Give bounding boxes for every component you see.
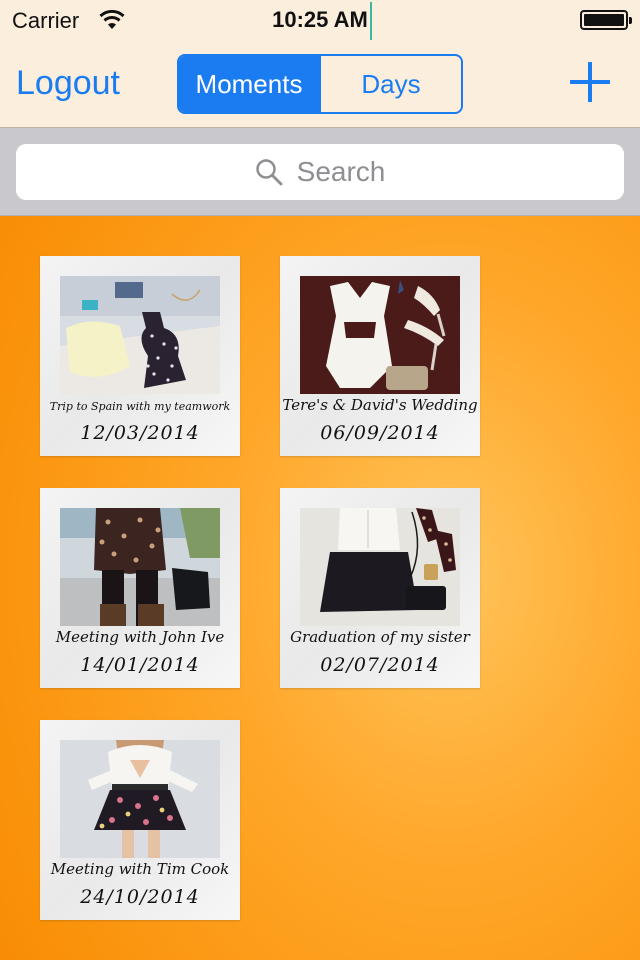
text-cursor — [370, 2, 372, 40]
search-placeholder: Search — [296, 156, 386, 187]
moment-date: 02/07/2014 — [320, 654, 440, 676]
moment-card[interactable]: Meeting with Tim Cook 24/10/2014 — [40, 720, 240, 920]
segment-days[interactable]: Days — [319, 56, 461, 112]
battery-nub — [629, 17, 632, 24]
battery-icon — [580, 10, 632, 30]
moment-card[interactable]: Trip to Spain with my teamwork 12/03/201… — [40, 256, 240, 456]
moment-card[interactable]: Graduation of my sister 02/07/2014 — [280, 488, 480, 688]
search-icon — [255, 159, 283, 186]
moments-grid: Trip to Spain with my teamwork 12/03/201… — [0, 216, 640, 960]
status-bar: Carrier 10:25 AM — [0, 0, 640, 40]
moment-photo — [60, 276, 220, 394]
moment-caption: Tere's & David's Wedding — [282, 396, 478, 414]
moment-date: 14/01/2014 — [80, 654, 200, 676]
plus-icon[interactable] — [570, 62, 610, 102]
moment-date: 12/03/2014 — [80, 422, 200, 444]
moment-date: 24/10/2014 — [80, 886, 200, 908]
moment-date: 06/09/2014 — [320, 422, 440, 444]
logout-button[interactable]: Logout — [16, 64, 120, 103]
moment-card[interactable]: Meeting with John Ive 14/01/2014 — [40, 488, 240, 688]
moment-caption: Graduation of my sister — [290, 628, 470, 646]
battery-fill — [584, 14, 624, 26]
moment-photo — [60, 740, 220, 858]
search-bar: Search — [0, 128, 640, 216]
navigation-bar: Carrier 10:25 AM Logout Moments Days — [0, 0, 640, 128]
app-screen: Carrier 10:25 AM Logout Moments Days Sea… — [0, 0, 640, 960]
segment-moments[interactable]: Moments — [179, 56, 319, 112]
search-input[interactable]: Search — [16, 144, 624, 200]
moment-photo — [60, 508, 220, 626]
moment-photo — [300, 276, 460, 394]
view-segmented-control: Moments Days — [177, 54, 463, 114]
moment-caption: Trip to Spain with my teamwork — [49, 400, 231, 413]
moment-card[interactable]: Tere's & David's Wedding 06/09/2014 — [280, 256, 480, 456]
moment-caption: Meeting with John Ive — [55, 628, 225, 646]
moment-photo — [300, 508, 460, 626]
moment-caption: Meeting with Tim Cook — [50, 860, 230, 878]
clock: 10:25 AM — [272, 7, 368, 32]
